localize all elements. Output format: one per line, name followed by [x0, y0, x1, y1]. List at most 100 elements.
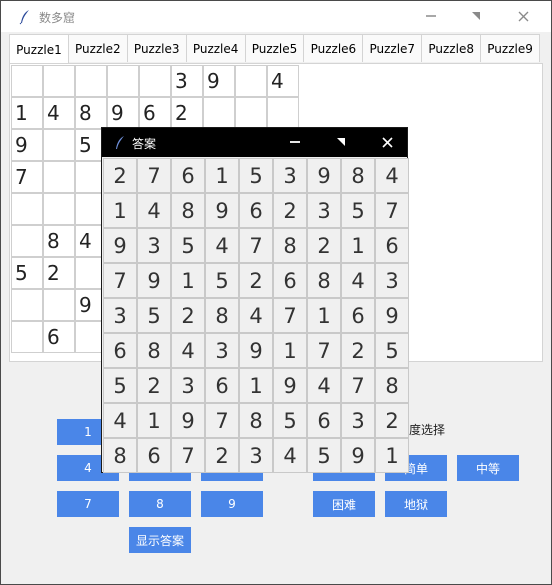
answer-cell: 5 — [375, 333, 409, 368]
answer-cell: 8 — [137, 333, 171, 368]
board-cell[interactable] — [235, 97, 267, 129]
answer-cell: 2 — [239, 263, 273, 298]
answer-cell: 2 — [307, 228, 341, 263]
puzzle-tabs: Puzzle1 Puzzle2 Puzzle3 Puzzle4 Puzzle5 … — [9, 34, 541, 64]
board-cell[interactable] — [43, 289, 75, 321]
board-cell[interactable] — [203, 97, 235, 129]
answer-cell: 1 — [341, 228, 375, 263]
answer-cell: 4 — [171, 333, 205, 368]
close-icon — [381, 136, 393, 148]
board-cell[interactable]: 2 — [171, 97, 203, 129]
tab-puzzle2[interactable]: Puzzle2 — [67, 34, 128, 62]
board-cell[interactable] — [75, 65, 107, 97]
answer-cell: 6 — [103, 333, 137, 368]
board-cell[interactable]: 2 — [43, 257, 75, 289]
tab-puzzle3[interactable]: Puzzle3 — [126, 34, 187, 62]
feather-icon — [116, 136, 124, 149]
board-cell[interactable] — [43, 193, 75, 225]
difficulty-medium-button[interactable]: 中等 — [457, 455, 519, 481]
tab-puzzle7[interactable]: Puzzle7 — [362, 34, 423, 62]
difficulty-hell-button[interactable]: 地狱 — [385, 491, 447, 517]
answer-cell: 1 — [171, 263, 205, 298]
answer-cell: 5 — [137, 298, 171, 333]
board-cell[interactable]: 9 — [107, 97, 139, 129]
answer-cell: 8 — [375, 368, 409, 403]
number-button-8[interactable]: 8 — [129, 491, 191, 517]
board-cell[interactable] — [11, 289, 43, 321]
answer-cell: 9 — [171, 403, 205, 438]
answer-cell: 8 — [171, 193, 205, 228]
board-cell[interactable] — [43, 65, 75, 97]
board-cell[interactable] — [267, 97, 299, 129]
answer-minimize-button[interactable] — [280, 131, 310, 153]
tab-puzzle8[interactable]: Puzzle8 — [421, 34, 482, 62]
board-cell[interactable] — [11, 193, 43, 225]
answer-window: 答案 2761539841489623579354782167915268433… — [101, 127, 409, 473]
board-cell[interactable] — [11, 225, 43, 257]
answer-cell: 9 — [205, 193, 239, 228]
answer-cell: 5 — [205, 263, 239, 298]
board-cell[interactable] — [43, 161, 75, 193]
title-bar[interactable]: 数多窟 — [1, 1, 551, 32]
board-cell[interactable] — [11, 321, 43, 353]
answer-cell: 9 — [375, 298, 409, 333]
answer-cell: 1 — [273, 333, 307, 368]
number-button-7[interactable]: 7 — [57, 491, 119, 517]
minimize-icon — [290, 141, 300, 143]
board-cell[interactable]: 7 — [11, 161, 43, 193]
board-cell[interactable]: 8 — [43, 225, 75, 257]
minimize-icon — [426, 15, 436, 17]
close-button[interactable] — [508, 5, 538, 27]
maximize-button[interactable] — [461, 5, 491, 27]
answer-maximize-button[interactable] — [326, 131, 356, 153]
show-answer-button[interactable]: 显示答案 — [129, 527, 191, 553]
answer-cell: 7 — [341, 368, 375, 403]
answer-cell: 3 — [307, 193, 341, 228]
tab-puzzle6[interactable]: Puzzle6 — [303, 34, 364, 62]
answer-cell: 1 — [205, 158, 239, 193]
minimize-button[interactable] — [416, 5, 446, 27]
board-cell[interactable]: 1 — [11, 97, 43, 129]
board-cell[interactable]: 9 — [203, 65, 235, 97]
board-cell[interactable] — [107, 65, 139, 97]
answer-cell: 9 — [103, 228, 137, 263]
board-cell[interactable] — [11, 65, 43, 97]
answer-cell: 3 — [205, 333, 239, 368]
answer-cell: 3 — [375, 263, 409, 298]
number-button-9[interactable]: 9 — [201, 491, 263, 517]
answer-cell: 7 — [205, 403, 239, 438]
answer-cell: 1 — [239, 368, 273, 403]
answer-cell: 8 — [307, 263, 341, 298]
board-cell[interactable]: 5 — [11, 257, 43, 289]
board-cell[interactable]: 4 — [43, 97, 75, 129]
answer-cell: 9 — [341, 438, 375, 473]
tab-puzzle9[interactable]: Puzzle9 — [480, 34, 541, 62]
board-cell[interactable]: 6 — [43, 321, 75, 353]
answer-cell: 3 — [341, 403, 375, 438]
maximize-icon — [472, 12, 480, 20]
board-cell[interactable]: 8 — [75, 97, 107, 129]
tab-puzzle4[interactable]: Puzzle4 — [185, 34, 246, 62]
close-icon — [518, 11, 528, 21]
answer-cell: 9 — [239, 333, 273, 368]
board-cell[interactable]: 9 — [11, 129, 43, 161]
answer-cell: 9 — [273, 368, 307, 403]
answer-cell: 4 — [137, 193, 171, 228]
answer-cell: 1 — [137, 403, 171, 438]
board-cell[interactable] — [235, 65, 267, 97]
answer-window-title: 答案 — [132, 137, 157, 151]
answer-cell: 7 — [239, 228, 273, 263]
tab-puzzle1[interactable]: Puzzle1 — [9, 34, 69, 64]
answer-title-bar[interactable]: 答案 — [102, 128, 407, 157]
board-cell[interactable] — [139, 65, 171, 97]
tab-puzzle5[interactable]: Puzzle5 — [244, 34, 305, 62]
answer-close-button[interactable] — [372, 131, 402, 153]
answer-cell: 5 — [307, 438, 341, 473]
answer-cell: 3 — [103, 298, 137, 333]
difficulty-hard-button[interactable]: 困难 — [313, 491, 375, 517]
board-cell[interactable]: 3 — [171, 65, 203, 97]
board-cell[interactable] — [43, 129, 75, 161]
answer-cell: 7 — [171, 438, 205, 473]
board-cell[interactable]: 6 — [139, 97, 171, 129]
board-cell[interactable]: 4 — [267, 65, 299, 97]
